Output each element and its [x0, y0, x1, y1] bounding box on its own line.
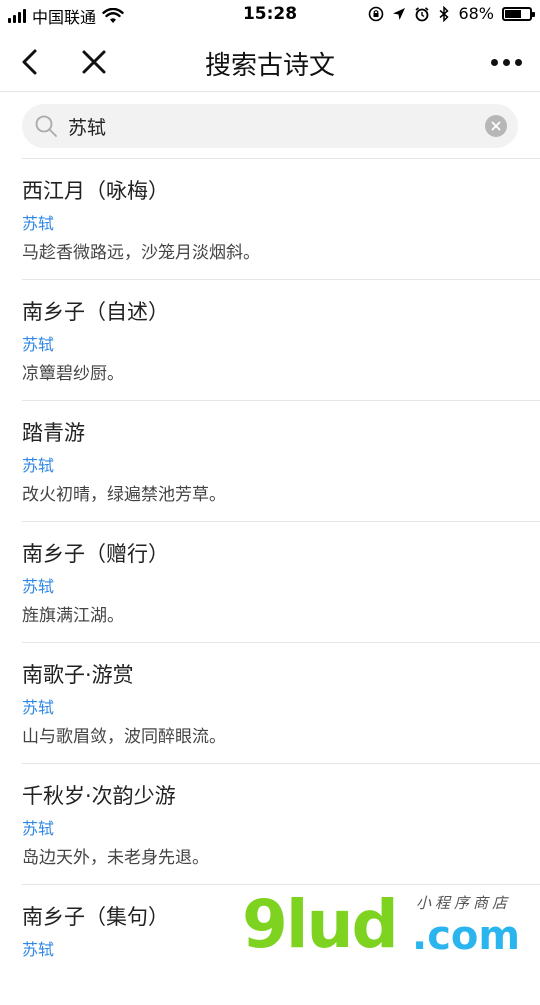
- poem-title: 南歌子·游赏: [22, 663, 134, 687]
- search-icon: [35, 115, 57, 137]
- list-item[interactable]: 南乡子（集句） 苏轼: [22, 884, 540, 1005]
- poem-line: 岛边天外，未老身先退。: [22, 848, 209, 868]
- poem-author[interactable]: 苏轼: [22, 210, 54, 234]
- nav-bar: 搜索古诗文: [0, 32, 540, 92]
- poem-author[interactable]: 苏轼: [22, 936, 54, 960]
- poem-title: 西江月（咏梅）: [22, 179, 169, 203]
- battery-level-fill: [505, 9, 521, 18]
- poem-author[interactable]: 苏轼: [22, 452, 54, 476]
- more-button[interactable]: [486, 50, 526, 74]
- list-item[interactable]: 南歌子·游赏 苏轼山与歌眉敛，波同醉眼流。: [22, 642, 540, 763]
- status-right: 68%: [368, 4, 535, 23]
- page-title: 搜索古诗文: [204, 51, 335, 81]
- more-dots-icon: [514, 58, 522, 66]
- clear-icon[interactable]: [485, 115, 507, 137]
- search-box[interactable]: [22, 104, 518, 148]
- alarm-icon: [415, 6, 429, 21]
- location-arrow-icon: [393, 7, 406, 20]
- orientation-lock-icon: [369, 6, 384, 21]
- poem-author[interactable]: 苏轼: [22, 573, 54, 597]
- list-item[interactable]: 南乡子（自述） 苏轼凉簟碧纱厨。: [22, 279, 540, 400]
- poem-line: 改火初晴，绿遍禁池芳草。: [22, 485, 226, 505]
- poem-line: 旌旗满江湖。: [22, 606, 124, 626]
- results-list: 西江月（咏梅） 苏轼 马趁香微路远，沙笼月淡烟斜。 南乡子（自述） 苏轼 凉簟碧纱厨。 踏青…: [0, 158, 540, 1005]
- poem-line: 山与歌眉敛，波同醉眼流。: [22, 727, 226, 747]
- poem-title: 南乡子（赠行）: [22, 542, 169, 566]
- close-icon: [491, 121, 501, 131]
- more-dots-icon: [502, 58, 510, 66]
- status-bar: 中国联通 15:28 68%: [0, 0, 540, 32]
- poem-title: 踏青游: [22, 421, 85, 445]
- poem-line: 马趁香微路远，沙笼月淡烟斜。: [22, 243, 260, 263]
- poem-line: 凉簟碧纱厨。: [22, 364, 124, 384]
- poem-author[interactable]: 苏轼: [22, 694, 54, 718]
- poem-title: 南乡子（自述）: [22, 300, 169, 324]
- battery-icon: [502, 6, 535, 21]
- search-input[interactable]: [68, 104, 448, 148]
- list-item[interactable]: 南乡子（赠行） 苏轼旌旗满江湖。: [22, 521, 540, 642]
- poem-author[interactable]: 苏轼: [22, 331, 54, 355]
- poem-author[interactable]: 苏轼: [22, 815, 54, 839]
- list-item[interactable]: 踏青游苏轼改火初晴，绿遍禁池芳草。: [22, 400, 540, 521]
- bluetooth-icon: [439, 5, 450, 22]
- list-item[interactable]: 千秋岁·次韵少游 苏轼岛边天外，未老身先退。: [22, 763, 540, 884]
- poem-title: 南乡子（集句）: [22, 905, 169, 929]
- more-dots-icon: [490, 58, 498, 66]
- list-item[interactable]: 西江月（咏梅） 苏轼马趁香微路远，沙笼月淡烟斜。: [22, 158, 540, 279]
- poem-title: 千秋岁·次韵少游: [22, 784, 176, 808]
- battery-percent: 68%: [458, 4, 494, 23]
